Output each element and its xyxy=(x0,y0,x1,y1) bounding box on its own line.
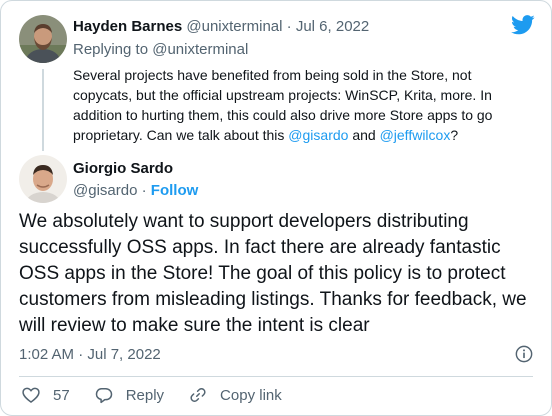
action-bar: 57 Reply Copy link xyxy=(21,385,306,405)
author-handle-row: @gisardo · Follow xyxy=(73,182,198,199)
follow-button[interactable]: Follow xyxy=(151,182,199,199)
author-name[interactable]: Giorgio Sardo xyxy=(73,160,173,177)
replying-to-label: Replying to xyxy=(73,41,153,58)
parent-header: Hayden Barnes @unixterminal · Jul 6, 202… xyxy=(73,18,369,35)
tweet-timestamp[interactable]: 1:02 AM · Jul 7, 2022 xyxy=(19,346,161,363)
tweet-date[interactable]: Jul 6, 2022 xyxy=(296,18,369,35)
thread-line xyxy=(42,69,44,151)
tweet-text: We absolutely want to support developers… xyxy=(19,211,527,336)
avatar[interactable] xyxy=(19,15,67,63)
twitter-bird-icon[interactable] xyxy=(511,15,535,35)
avatar[interactable] xyxy=(19,155,67,203)
divider xyxy=(19,376,533,377)
separator: · xyxy=(282,18,296,35)
mention-link[interactable]: @jeffwilcox xyxy=(380,127,451,143)
like-count: 57 xyxy=(53,386,70,404)
author-name[interactable]: Hayden Barnes xyxy=(73,18,182,35)
heart-icon xyxy=(22,387,40,404)
parent-tweet-text: Several projects have benefited from bei… xyxy=(73,65,523,145)
tweet-card: Hayden Barnes @unixterminal · Jul 6, 202… xyxy=(0,0,552,416)
reply-button[interactable]: Reply xyxy=(94,385,164,405)
tweet-author: Giorgio Sardo @gisardo · Follow xyxy=(19,155,533,203)
copy-link-label: Copy link xyxy=(220,386,282,404)
text-segment: and xyxy=(348,127,380,143)
separator: · xyxy=(137,182,151,199)
copy-link-button[interactable]: Copy link xyxy=(188,385,282,405)
text-segment: ? xyxy=(450,127,459,143)
info-icon[interactable] xyxy=(515,345,533,363)
replying-to: Replying to @unixterminal xyxy=(73,41,248,58)
mention-link[interactable]: @gisardo xyxy=(288,127,348,143)
reply-icon xyxy=(95,388,112,404)
like-button[interactable]: 57 xyxy=(21,385,70,405)
author-handle[interactable]: @gisardo xyxy=(73,182,137,199)
author-handle[interactable]: @unixterminal xyxy=(186,18,282,35)
replying-to-handle[interactable]: @unixterminal xyxy=(152,41,248,58)
link-icon xyxy=(190,388,206,402)
reply-label: Reply xyxy=(125,386,165,404)
